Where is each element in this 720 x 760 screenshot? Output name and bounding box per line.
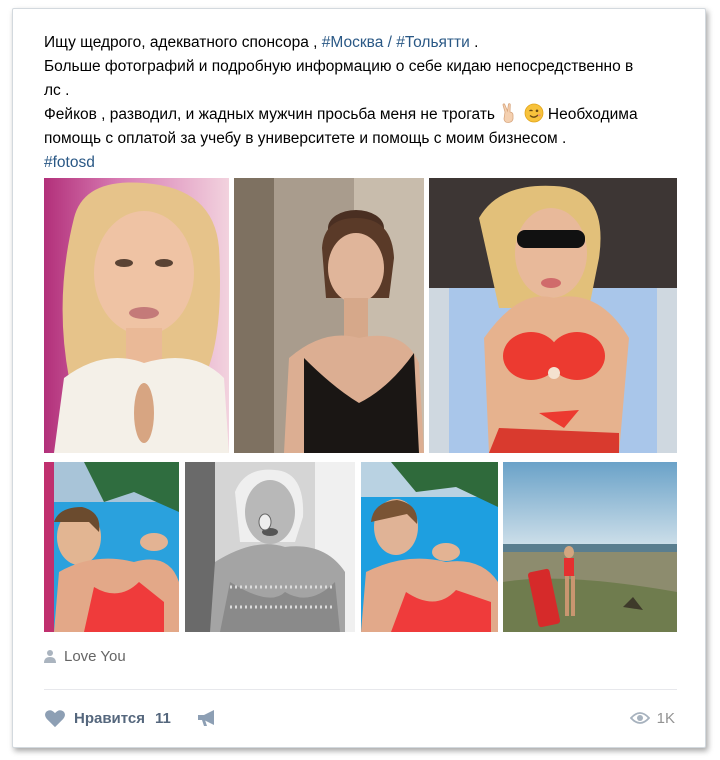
hashtag-togliatti-link[interactable]: #Тольятти (396, 34, 470, 51)
author-row[interactable]: Love You (44, 646, 126, 666)
post-line-4-end: Необходима (543, 106, 638, 123)
like-button[interactable]: Нравится 11 (44, 705, 171, 731)
like-count: 11 (155, 709, 171, 727)
photo-4[interactable] (44, 462, 179, 632)
photo-1[interactable] (44, 178, 229, 453)
photo-3[interactable] (429, 178, 677, 453)
heart-icon (45, 709, 65, 727)
author-name[interactable]: Love You (64, 648, 126, 665)
views-counter: 1K (629, 707, 675, 729)
footer-divider (44, 689, 677, 690)
hashtag-moscow-link[interactable]: #Москва (322, 34, 384, 51)
post-line-1-end: . (469, 34, 479, 51)
views-count: 1K (656, 709, 675, 727)
post-text: Ищу щедрого, адекватного спонсора , #Мос… (44, 31, 684, 175)
photo-5[interactable] (185, 462, 355, 632)
photo-2[interactable] (234, 178, 424, 453)
victory-hand-icon (499, 103, 519, 123)
photo-7[interactable] (503, 462, 677, 632)
megaphone-icon[interactable] (197, 709, 217, 727)
winking-face-icon (524, 103, 544, 123)
like-label: Нравится (74, 709, 146, 727)
eye-icon (629, 712, 650, 724)
photo-6[interactable] (361, 462, 498, 632)
hashtag-separator: / (383, 34, 397, 51)
user-icon (44, 650, 56, 663)
post-line-4: Фейков , разводил, и жадных мужчин прось… (44, 103, 684, 127)
post-line-1-text: Ищу щедрого, адекватного спонсора , (44, 34, 322, 51)
post-line-6: #fotosd (44, 151, 684, 175)
post-line-4-text: Фейков , разводил, и жадных мужчин прось… (44, 106, 500, 123)
hashtag-fotosd-link[interactable]: #fotosd (44, 154, 95, 171)
post-line-2: Больше фотографий и подробную информацию… (44, 58, 634, 75)
post-line-5: помощь с оплатой за учебу в университете… (44, 130, 567, 147)
post-card: Ищу щедрого, адекватного спонсора , #Мос… (12, 8, 706, 748)
post-line-1: Ищу щедрого, адекватного спонсора , #Мос… (44, 31, 684, 55)
post-line-3: лс . (44, 82, 70, 99)
